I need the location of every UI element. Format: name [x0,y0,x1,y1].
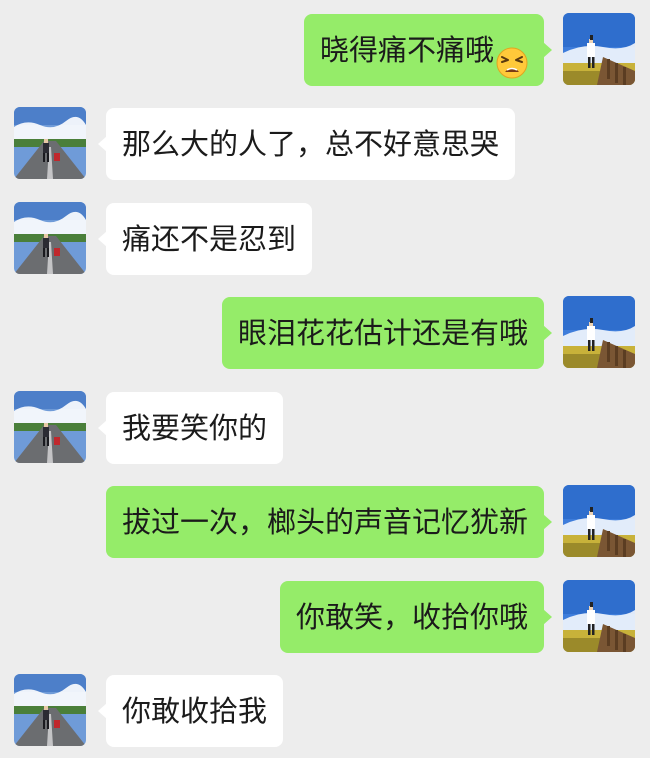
message-text: 晓得痛不痛哦 [319,33,494,67]
contact-avatar[interactable] [14,391,86,463]
message-bubble-sent[interactable]: 晓得痛不痛哦 [303,14,553,86]
message-bubble-sent[interactable]: 你敢笑，收拾你哦 [279,581,553,653]
message-row-received: 痛还不是忍到 [0,202,650,276]
message-text: 眼泪花花估计还是有哦 [237,316,528,350]
message-row-sent: 你敢笑，收拾你哦 [0,580,650,654]
message-row-received: 那么大的人了，总不好意思哭 [0,107,650,181]
message-text: 我要笑你的 [122,411,268,445]
user-avatar[interactable] [563,580,635,652]
message-bubble-sent[interactable]: 拔过一次，榔头的声音记忆犹新 [105,486,553,558]
message-bubble-received[interactable]: 那么大的人了，总不好意思哭 [97,108,516,180]
message-text: 拔过一次，榔头的声音记忆犹新 [121,505,528,539]
tired-face-emoji-icon [496,33,528,79]
message-row-received: 我要笑你的 [0,391,650,465]
user-avatar[interactable] [563,485,635,557]
contact-avatar[interactable] [14,202,86,274]
message-bubble-received[interactable]: 你敢收拾我 [97,675,284,747]
user-avatar[interactable] [563,13,635,85]
message-row-sent: 晓得痛不痛哦 [0,13,650,87]
message-row-sent: 眼泪花花估计还是有哦 [0,296,650,370]
message-text: 你敢收拾我 [122,694,268,728]
message-text: 痛还不是忍到 [122,222,297,256]
contact-avatar[interactable] [14,107,86,179]
chat-conversation: 晓得痛不痛哦 那么大的人了，总不好意思哭 痛还不是忍到 眼泪花花估计还是有哦 我… [0,0,650,758]
message-text: 那么大的人了，总不好意思哭 [122,127,500,161]
contact-avatar[interactable] [14,674,86,746]
message-text: 你敢笑，收拾你哦 [295,600,528,634]
message-bubble-received[interactable]: 我要笑你的 [97,392,284,464]
user-avatar[interactable] [563,296,635,368]
message-bubble-sent[interactable]: 眼泪花花估计还是有哦 [221,297,553,369]
message-bubble-received[interactable]: 痛还不是忍到 [97,203,313,275]
message-row-sent: 拔过一次，榔头的声音记忆犹新 [0,485,650,559]
message-row-received: 你敢收拾我 [0,674,650,748]
